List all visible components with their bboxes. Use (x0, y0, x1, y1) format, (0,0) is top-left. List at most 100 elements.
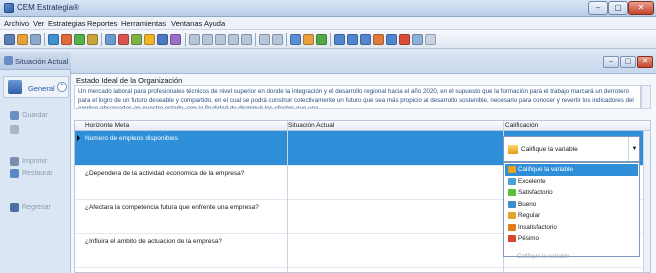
column-header-calificacion[interactable]: Calificación (505, 122, 538, 129)
menu-ayuda[interactable]: Ayuda (204, 19, 225, 28)
left-panel: Situación Actual General ⌃ Guardar Impri… (0, 52, 71, 273)
underlying-cell-text: Califique la variable (517, 254, 570, 260)
maximize-button[interactable]: ▢ (608, 1, 628, 15)
menu-ver[interactable]: Ver (33, 19, 44, 28)
toolbar-disabled-icon (259, 34, 270, 45)
column-header-situacion[interactable]: Situación Actual (288, 122, 334, 129)
toolbar-disabled-icon (272, 34, 283, 45)
print-label: Imprimir (22, 158, 48, 165)
toolbar-pointer-icon[interactable] (170, 34, 181, 45)
menu-bar: Archivo Ver Estrategias Reportes Herrami… (0, 17, 656, 30)
general-section-button[interactable]: General ⌃ (3, 76, 69, 98)
window-title: CEM Estrategia® (17, 3, 79, 12)
toolbar-check-icon[interactable] (131, 34, 142, 45)
close-button[interactable]: ✕ (628, 1, 654, 15)
title-bar: CEM Estrategia® – ▢ ✕ (0, 0, 656, 17)
toolbar-key-icon[interactable] (316, 34, 327, 45)
child-close-button[interactable]: ✕ (637, 56, 653, 68)
menu-herramientas[interactable]: Herramientas (121, 19, 166, 28)
toolbar-target-icon[interactable] (118, 34, 129, 45)
option-bueno[interactable]: Bueno (505, 199, 638, 211)
minimize-button[interactable]: – (588, 1, 608, 15)
option-label: Insatisfactorio (518, 223, 557, 231)
child-minimize-button[interactable]: – (603, 56, 619, 68)
option-label: Regular (518, 212, 541, 219)
toolbar-open-icon[interactable] (4, 34, 15, 45)
toolbar-tools-icon[interactable] (303, 34, 314, 45)
section-title: Estado Ideal de la Organización (76, 76, 183, 85)
menu-archivo[interactable]: Archivo (4, 19, 29, 28)
option-satisfactorio[interactable]: Satisfactorio (505, 187, 638, 199)
chevron-down-icon[interactable]: ▼ (628, 137, 640, 161)
toolbar-window-icon[interactable] (347, 34, 358, 45)
option-label: Califique la variable (518, 166, 573, 173)
toolbar-separator (44, 33, 45, 46)
option-label: Satisfactorio (518, 189, 553, 196)
column-header-horizonte[interactable]: Horizonte Meta (85, 122, 129, 129)
option-pesimo[interactable]: Pésimo (505, 233, 638, 245)
toolbar-favorite-icon[interactable] (17, 34, 28, 45)
toolbar-grid-icon[interactable] (386, 34, 397, 45)
row-pointer-icon (77, 135, 80, 141)
save-icon (10, 111, 19, 120)
toolbar (0, 30, 656, 49)
toolbar-separator (101, 33, 102, 46)
toolbar-document-icon[interactable] (290, 34, 301, 45)
regular-icon (508, 212, 516, 219)
menu-estrategias[interactable]: Estrategias (48, 19, 86, 28)
excellent-icon (508, 177, 516, 185)
toolbar-growth-icon[interactable] (74, 34, 85, 45)
restore-icon (10, 169, 19, 178)
print-icon (10, 157, 19, 166)
rating-select[interactable]: Califique la variable ▼ (503, 136, 640, 162)
toolbar-separator (185, 33, 186, 46)
rating-select-value: Califique la variable (521, 146, 578, 153)
column-divider (287, 121, 288, 272)
toolbar-window-icon[interactable] (360, 34, 371, 45)
back-icon (10, 203, 19, 212)
toolbar-users-icon[interactable] (105, 34, 116, 45)
left-panel-title: Situación Actual (15, 57, 69, 66)
left-panel-header: Situación Actual (0, 52, 71, 70)
toolbar-separator (255, 33, 256, 46)
toolbar-edit-icon[interactable] (30, 34, 41, 45)
toolbar-help-icon[interactable] (412, 34, 423, 45)
good-icon (508, 200, 516, 208)
toolbar-export-icon[interactable] (373, 34, 384, 45)
toolbar-star-icon[interactable] (144, 34, 155, 45)
toolbar-report-icon[interactable] (157, 34, 168, 45)
description-scrollbar[interactable] (641, 85, 651, 109)
toolbar-disabled-icon (189, 34, 200, 45)
option-insatisfactorio[interactable]: Insatisfactorio (505, 222, 638, 234)
collapse-icon[interactable]: ⌃ (57, 82, 67, 92)
toolbar-pdf-icon[interactable] (399, 34, 410, 45)
toolbar-strategy-icon[interactable] (61, 34, 72, 45)
toolbar-disabled-icon (215, 34, 226, 45)
option-regular[interactable]: Regular (505, 210, 638, 222)
ideal-state-description[interactable]: Un mercado laboral para profesionales té… (74, 85, 641, 109)
option-label: Pésimo (518, 235, 539, 242)
toolbar-chart-icon[interactable] (48, 34, 59, 45)
child-maximize-button[interactable]: ▢ (620, 56, 636, 68)
rating-icon (508, 145, 518, 154)
option-califique[interactable]: Califique la variable (505, 164, 638, 176)
poor-icon (508, 235, 516, 242)
save-label: Guardar (22, 112, 48, 119)
satisfactory-icon (508, 189, 516, 196)
grid-header: Horizonte Meta Situación Actual Califica… (75, 121, 650, 131)
menu-reportes[interactable]: Reportes (87, 19, 117, 28)
folder-icon (508, 166, 516, 173)
toolbar-more-icon[interactable] (425, 34, 436, 45)
grid-scrollbar[interactable] (643, 131, 650, 272)
app-icon (4, 3, 14, 13)
restore-label: Restaurar (22, 170, 53, 177)
option-label: Bueno (518, 200, 537, 208)
menu-ventanas[interactable]: Ventanas (171, 19, 202, 28)
option-label: Excelente (518, 177, 546, 185)
option-excelente[interactable]: Excelente (505, 176, 638, 188)
toolbar-disabled-icon (202, 34, 213, 45)
row-label: Numero de empleos disponibles (85, 135, 178, 142)
toolbar-money-icon[interactable] (87, 34, 98, 45)
toolbar-window-icon[interactable] (334, 34, 345, 45)
back-label: Regresar (22, 204, 51, 211)
